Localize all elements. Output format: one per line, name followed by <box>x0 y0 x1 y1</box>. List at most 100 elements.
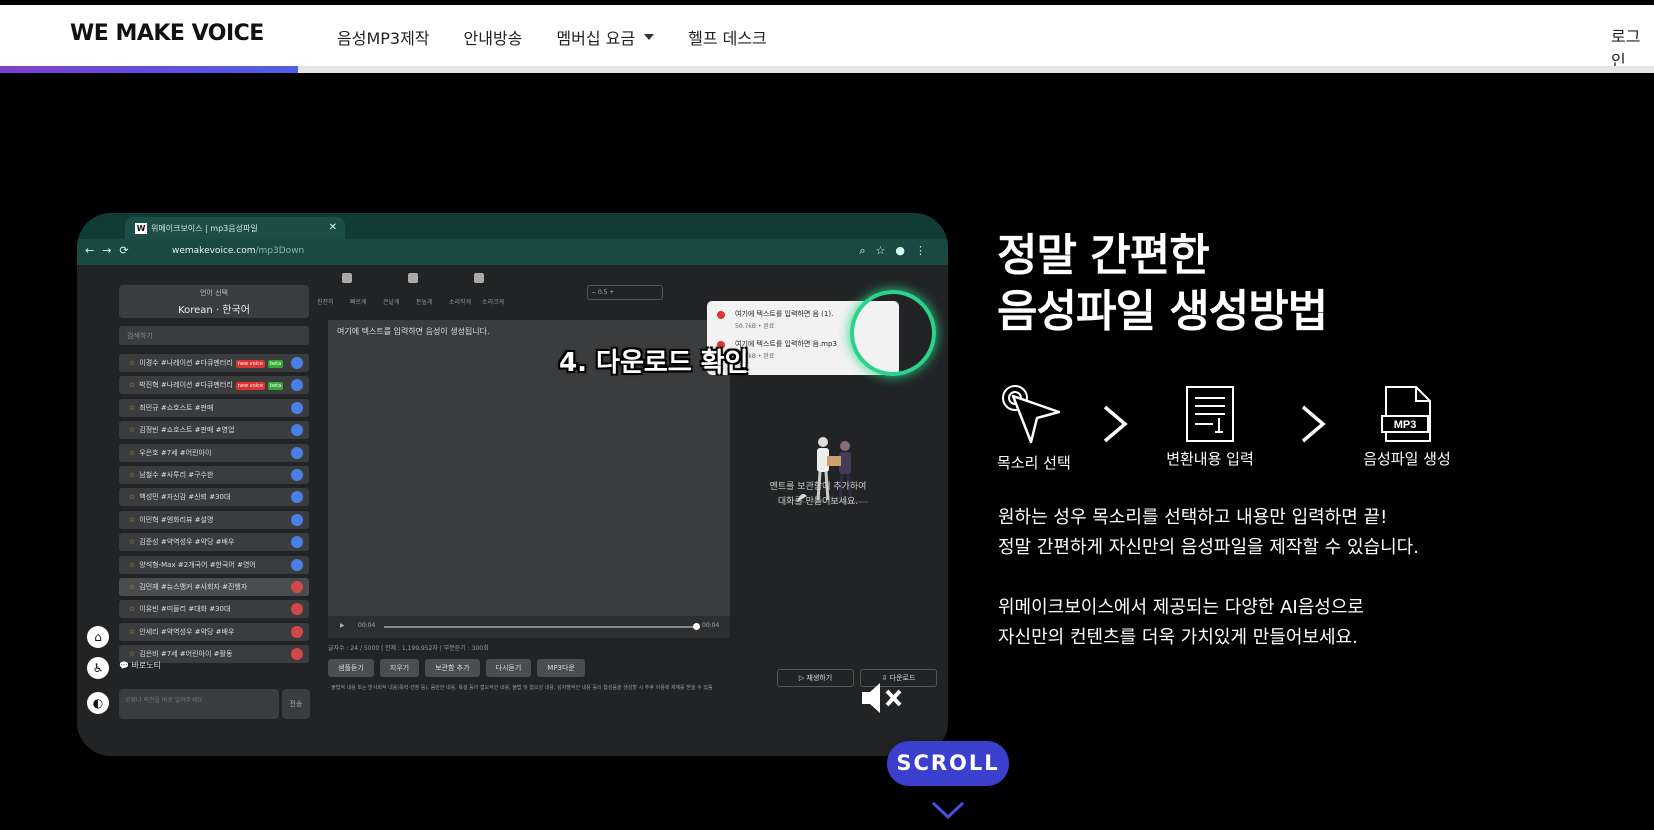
chevron-down-icon <box>644 34 655 40</box>
browser-urlbar: ←→⟳ wemakevoice.com/mp3Down ⌕☆●⋮ <box>77 239 948 265</box>
player-track <box>384 626 696 628</box>
section-heading: 정말 간편한 음성파일 생성방법 <box>997 228 1328 340</box>
highlight-ring <box>850 290 936 376</box>
editor-button: 지우기 <box>379 659 420 677</box>
play-icon <box>291 625 303 638</box>
accessibility-icon: ♿ <box>87 657 109 679</box>
voice-search: 검색하기 <box>119 326 309 345</box>
voice-label: 백성민 #자신감 #신뢰 #30대 <box>139 493 231 502</box>
star-icon: ☆ <box>129 538 136 547</box>
star-icon: ☆ <box>129 605 136 614</box>
menu-item-membership-label: 멤버십 요금 <box>556 29 636 48</box>
slider-knob <box>342 273 352 283</box>
voice-sliders: 친전히 빠르게 큰날게 돈높게 소리작게 소리크게 <box>317 267 557 307</box>
voice-label: 남철수 #사투리 #구수한 <box>139 470 214 479</box>
step-create-file: MP3 음성파일 생성 <box>1362 382 1452 469</box>
voice-list-item: ☆ 우은호 #7세 #어린아이 <box>119 443 309 462</box>
mp3-file-icon: MP3 <box>1381 386 1431 442</box>
download-name: 여기에 텍스트를 입력하면 음.mp3 <box>735 340 837 348</box>
page-progress-bar <box>0 66 1654 73</box>
play-icon <box>291 401 303 414</box>
description-2: 위메이크보이스에서 제공되는 다양한 AI음성으로 자신만의 컨텐츠를 더욱 가… <box>998 593 1364 653</box>
slider-label: 소리크게 <box>482 299 505 306</box>
star-icon: ☆ <box>129 493 136 502</box>
voice-list-item: ☆ 양석형-Max #2개국어 #한국어 #영어 <box>119 555 309 574</box>
play-icon <box>291 357 303 369</box>
voice-label: 최민규 #쇼호스트 #판매 <box>139 403 214 412</box>
favicon-icon: W <box>135 223 147 234</box>
mute-icon[interactable] <box>860 680 906 716</box>
step-label: 목소리 선택 <box>997 454 1071 472</box>
menu-item-announcement[interactable]: 안내방송 <box>464 25 523 49</box>
char-count: 글자수 : 24 / 5000 | 전체 : 1,199,952자 | 부분듣기… <box>328 645 489 652</box>
beta-badge: beta <box>267 382 284 391</box>
browser-tab: W 위메이크보이스 | mp3음성파일 ✕ <box>125 217 345 239</box>
voice-list-item: ☆ 안세리 #약역성우 #약당 #배우 <box>119 622 309 641</box>
play-all-label: 재생하기 <box>806 674 833 682</box>
chevron-right-icon <box>1301 405 1326 443</box>
slider-knob <box>408 273 418 283</box>
play-icon <box>291 580 303 593</box>
play-icon <box>291 446 303 459</box>
url-host: wemakevoice.com <box>172 246 256 256</box>
playlist-buttons: ▷ 재생하기 ⇩ 다운로드 <box>777 669 937 687</box>
voice-label: 김은비 #7세 #어린아이 #활동 <box>139 650 233 659</box>
menu-item-membership[interactable]: 멤버십 요금 <box>556 25 655 49</box>
steps: 목소리 선택 변환내용 입력 MP3 음성파일 생성 <box>997 382 1457 482</box>
star-icon: ☆ <box>129 426 136 435</box>
play-icon <box>291 379 303 392</box>
browser-tab-title: 위메이크보이스 | mp3음성파일 <box>151 224 258 233</box>
site-logo[interactable]: WE MAKE VOICE <box>70 21 264 46</box>
voice-label: 우은호 #7세 #어린아이 <box>139 448 212 457</box>
play-icon <box>291 558 303 571</box>
voice-panel: 언어 선택 Korean · 한국어 검색하기 ☆ 이경수 #나레이션 #다큐멘터… <box>119 285 312 750</box>
chat-send-button: 전송 <box>282 689 310 719</box>
editor-button: MP3다운 <box>537 659 585 677</box>
demo-video[interactable]: W 위메이크보이스 | mp3음성파일 ✕ ←→⟳ wemakevoice.co… <box>77 213 948 756</box>
language-value: Korean · 한국어 <box>178 305 250 316</box>
login-link[interactable]: 로그인 <box>1611 23 1654 71</box>
voice-list-item: ☆ 남철수 #사투리 #구수한 <box>119 465 309 484</box>
star-icon: ☆ <box>129 515 136 524</box>
star-icon: ☆ <box>129 582 136 591</box>
menu-item-mp3[interactable]: 음성MP3제작 <box>337 25 430 49</box>
player-handle <box>693 623 700 630</box>
time-end: 00:04 <box>702 622 720 629</box>
play-icon <box>291 536 303 549</box>
play-all-button: ▷ 재생하기 <box>777 669 854 687</box>
speed-value: 0.5 <box>597 289 608 296</box>
download-item: 여기에 텍스트를 입력하면 음 (1). 50.7kB • 완료 <box>717 309 833 330</box>
star-icon: ☆ <box>129 403 136 412</box>
page-progress-fill <box>0 66 298 73</box>
editor-button: 샘플듣기 <box>328 659 374 677</box>
browser-nav-icons: ←→⟳ <box>85 244 137 257</box>
play-icon <box>291 603 303 616</box>
scroll-button[interactable]: SCROLL <box>887 741 1009 786</box>
chevron-down-icon <box>931 801 965 820</box>
footnote: · 불법적 내용 또는 반사회적 내용(폭력·선정 등), 음란한 내용, 욕설… <box>328 685 713 691</box>
time-start: 00:04 <box>358 622 376 629</box>
editor-buttons: 샘플듣기 지우기 보관함 추가 다시듣기 MP3다운 <box>328 659 585 677</box>
play-icon: ▶ <box>340 622 345 629</box>
empty-state-line2: 대화를 만들어보세요. <box>777 497 859 507</box>
cursor-click-icon <box>1002 385 1061 444</box>
step-input-text: 변환내용 입력 <box>1165 382 1255 469</box>
new-badge: new voice <box>235 382 265 391</box>
browser-tabbar: W 위메이크보이스 | mp3음성파일 ✕ <box>77 213 948 239</box>
dark-mode-icon: ◐ <box>87 692 109 714</box>
star-icon: ☆ <box>129 448 136 457</box>
slider-knob <box>474 273 484 283</box>
new-badge: new voice <box>235 360 265 368</box>
menu-item-helpdesk[interactable]: 헬프 데스크 <box>688 25 767 49</box>
voice-list-item: ☆ 이유빈 #미들리 #대화 #30대 <box>119 600 309 619</box>
voice-list-item: ☆ 김준성 #약역성우 #약당 #배우 <box>119 533 309 552</box>
voice-list: ☆ 이경수 #나레이션 #다큐멘터리 new voice beta ☆ 박진혁 #나레이션… <box>119 354 312 664</box>
empty-state-line1: 멘트를 보관함에 추가하여 <box>769 482 867 492</box>
voice-label: 안세리 #약역성우 #약당 #배우 <box>139 627 235 636</box>
audio-player: ▶ 00:04 00:04 <box>328 616 730 638</box>
download-name: 여기에 텍스트를 입력하면 음 (1). <box>735 310 834 318</box>
home-icon: ⌂ <box>87 626 109 648</box>
voice-label: 김정빈 #쇼호스트 #판매 #영업 <box>139 426 235 435</box>
play-icon <box>291 468 303 481</box>
play-icon <box>291 648 303 661</box>
